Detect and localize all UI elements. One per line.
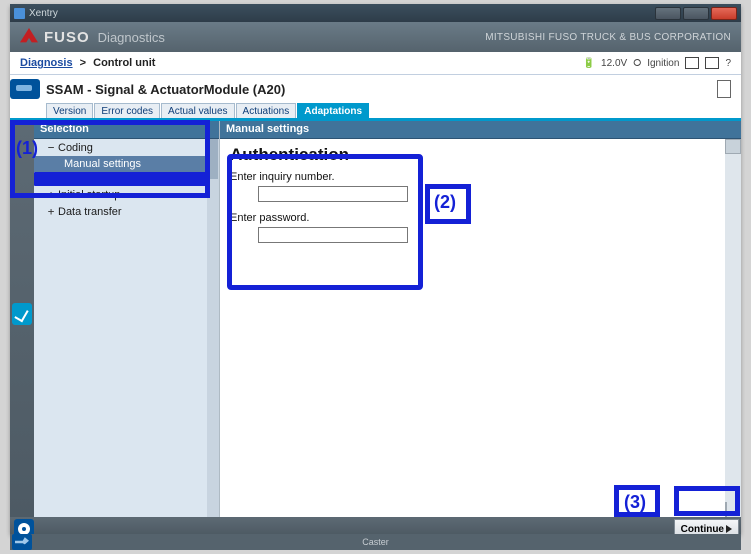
content-scrollbar[interactable]: [725, 139, 741, 517]
wrench-icon[interactable]: [12, 534, 32, 550]
inquiry-label: Enter inquiry number.: [230, 171, 715, 183]
content-body: Authentication Enter inquiry number. Ent…: [220, 139, 725, 517]
app-header: FUSO Diagnostics MITSUBISHI FUSO TRUCK &…: [10, 22, 741, 52]
tab-version[interactable]: Version: [46, 103, 93, 118]
close-button[interactable]: [711, 7, 737, 20]
scroll-thumb[interactable]: [208, 139, 218, 179]
fuso-logo-icon: [20, 28, 38, 46]
tab-error-codes[interactable]: Error codes: [94, 103, 160, 118]
ignition-icon: ⭘: [633, 58, 641, 69]
battery-icon: 🔋: [583, 58, 595, 69]
tree-label-initial-startup: Initial startup: [58, 189, 120, 201]
minimize-button[interactable]: [655, 7, 681, 20]
diagnostics-tool-icon[interactable]: [12, 303, 32, 325]
ignition-text: Ignition: [647, 58, 679, 69]
play-icon: [726, 525, 732, 533]
footer-strip: Caster: [10, 534, 741, 550]
module-tabs: Version Error codes Actual values Actuat…: [10, 103, 741, 121]
auth-title: Authentication: [230, 145, 715, 165]
scroll-down-button[interactable]: [725, 502, 727, 517]
titlebar: Xentry: [10, 4, 741, 22]
tree-node-obscured[interactable]: [34, 172, 219, 186]
content-panel: Manual settings Authentication Enter inq…: [220, 121, 741, 517]
corporation-text: MITSUBISHI FUSO TRUCK & BUS CORPORATION: [485, 32, 731, 43]
password-label: Enter password.: [230, 212, 715, 224]
app-window: Xentry FUSO Diagnostics MITSUBISHI FUSO …: [10, 4, 741, 534]
scroll-up-button[interactable]: [725, 139, 741, 154]
selection-panel: Selection − Coding Manual settings + Ini…: [34, 121, 220, 517]
tree-scrollbar[interactable]: [207, 139, 219, 517]
brand-section: Diagnostics: [98, 30, 165, 45]
module-title: SSAM - Signal & ActuatorModule (A20): [46, 82, 285, 97]
collapse-icon[interactable]: −: [46, 141, 56, 154]
breadcrumb-current: Control unit: [93, 57, 155, 69]
selection-header: Selection: [34, 121, 219, 139]
print-icon[interactable]: [685, 57, 699, 69]
tree-node-manual-settings[interactable]: Manual settings: [34, 156, 219, 172]
tree-label-manual-settings: Manual settings: [64, 158, 141, 170]
tree-node-initial-startup[interactable]: + Initial startup: [34, 186, 219, 203]
wizard-icon[interactable]: [705, 57, 719, 69]
app-icon: [14, 8, 25, 19]
module-row: SSAM - Signal & ActuatorModule (A20): [10, 75, 741, 103]
document-icon[interactable]: [717, 80, 731, 98]
inquiry-input[interactable]: [258, 186, 408, 202]
expand-icon[interactable]: +: [46, 188, 56, 201]
voltage-text: 12.0V: [601, 58, 627, 69]
tree-node-data-transfer[interactable]: + Data transfer: [34, 203, 219, 220]
activity-bar: [10, 121, 34, 517]
ecu-icon: [10, 79, 40, 99]
breadcrumb: Diagnosis > Control unit 🔋 12.0V ⭘ Ignit…: [10, 52, 741, 74]
brand-name: FUSO: [44, 29, 90, 46]
footer-text: Caster: [362, 537, 389, 547]
tree-node-coding[interactable]: − Coding: [34, 139, 219, 156]
expand-icon[interactable]: +: [46, 205, 56, 218]
tree-label-coding: Coding: [58, 142, 93, 154]
continue-label: Continue: [681, 524, 724, 535]
maximize-button[interactable]: [683, 7, 709, 20]
tab-actuations[interactable]: Actuations: [236, 103, 297, 118]
breadcrumb-sep: >: [77, 57, 90, 69]
tree-label-data-transfer: Data transfer: [58, 206, 122, 218]
tab-actual-values[interactable]: Actual values: [161, 103, 234, 118]
titlebar-text: Xentry: [29, 8, 58, 19]
password-input[interactable]: [258, 227, 408, 243]
selection-tree: − Coding Manual settings + Initial start…: [34, 139, 219, 517]
help-icon[interactable]: ?: [725, 58, 731, 69]
content-header: Manual settings: [220, 121, 741, 139]
workspace: Selection − Coding Manual settings + Ini…: [10, 121, 741, 517]
breadcrumb-link-diagnosis[interactable]: Diagnosis: [20, 57, 73, 69]
tab-adaptations[interactable]: Adaptations: [297, 103, 369, 118]
